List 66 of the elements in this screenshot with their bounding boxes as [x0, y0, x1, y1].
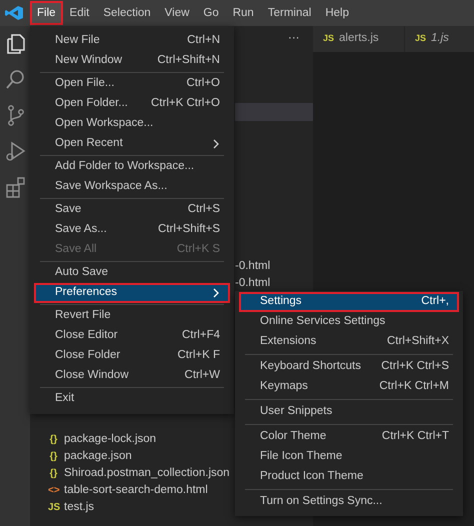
- file-name[interactable]: -0.html: [235, 258, 270, 276]
- menu-item[interactable]: New File Ctrl+N: [34, 31, 230, 51]
- menu-item[interactable]: Preferences: [34, 283, 230, 303]
- menu-item[interactable]: Go: [196, 1, 226, 25]
- menu-item[interactable]: Save Workspace As...: [34, 177, 230, 197]
- editor-tab[interactable]: JS alerts.js: [313, 26, 405, 52]
- tab-label: alerts.js: [339, 31, 379, 46]
- file-name: Shiroad.postman_collection.json: [64, 466, 230, 481]
- menu-item[interactable]: Keyboard Shortcuts Ctrl+K Ctrl+S: [239, 357, 459, 377]
- chevron-right-icon: [212, 288, 220, 298]
- explorer-entry[interactable]: {} Shiroad.postman_collection.json: [48, 465, 230, 482]
- app-logo-icon: [4, 5, 24, 21]
- file-name: table-sort-search-demo.html: [64, 482, 208, 498]
- file-name: package.json: [64, 448, 132, 464]
- menu-item[interactable]: File Icon Theme: [239, 447, 459, 467]
- search-icon[interactable]: [4, 68, 26, 90]
- menu-item[interactable]: View: [158, 1, 196, 25]
- tab-label: 1.js: [431, 31, 449, 46]
- explorer-entry[interactable]: JS test.js: [48, 499, 230, 516]
- js-icon: JS: [415, 32, 426, 46]
- braces-icon: {}: [48, 432, 59, 447]
- explorer-entry[interactable]: {} package-lock.json: [48, 431, 230, 448]
- menu-item[interactable]: Edit: [62, 1, 96, 25]
- code-icon: <>: [48, 483, 59, 498]
- file-name: test.js: [64, 500, 94, 515]
- menu-item[interactable]: Selection: [96, 1, 158, 25]
- braces-icon: {}: [48, 466, 59, 481]
- menu-item[interactable]: Close Window Ctrl+W: [34, 366, 230, 386]
- menu-item[interactable]: Save Ctrl+S: [34, 200, 230, 220]
- menu-item[interactable]: Open File... Ctrl+O: [34, 74, 230, 94]
- menu-item[interactable]: Add Folder to Workspace...: [34, 157, 230, 177]
- menu-item[interactable]: Save As... Ctrl+Shift+S: [34, 220, 230, 240]
- js-icon: JS: [323, 32, 334, 46]
- menu-item[interactable]: Close Editor Ctrl+F4: [34, 326, 230, 346]
- files-icon[interactable]: [4, 32, 26, 54]
- js-icon: JS: [48, 500, 59, 515]
- menu-item[interactable]: Product Icon Theme: [239, 467, 459, 487]
- menu-item[interactable]: Terminal: [260, 1, 318, 25]
- chevron-right-icon: [212, 139, 220, 149]
- menu-item[interactable]: Exit: [34, 389, 230, 409]
- menu-item[interactable]: Open Folder... Ctrl+K Ctrl+O: [34, 94, 230, 114]
- extensions-icon[interactable]: [4, 176, 26, 198]
- menu-item[interactable]: New Window Ctrl+Shift+N: [34, 51, 230, 71]
- menu-item[interactable]: Open Workspace...: [34, 114, 230, 134]
- run-icon[interactable]: [4, 140, 26, 162]
- menu-item[interactable]: Settings Ctrl+,: [239, 292, 459, 312]
- menu-item[interactable]: Revert File: [34, 306, 230, 326]
- menu-item[interactable]: User Snippets: [239, 402, 459, 422]
- file-name[interactable]: -0.html: [235, 275, 270, 292]
- braces-icon: {}: [48, 449, 59, 464]
- menu-item[interactable]: Extensions Ctrl+Shift+X: [239, 332, 459, 352]
- menu-item[interactable]: Open Recent: [34, 134, 230, 154]
- menu-item[interactable]: Online Services Settings: [239, 312, 459, 332]
- menu-item[interactable]: Help: [318, 1, 356, 25]
- menu-item[interactable]: Turn on Settings Sync...: [239, 492, 459, 512]
- menu-item[interactable]: Run: [226, 1, 261, 25]
- explorer-entry[interactable]: <> table-sort-search-demo.html: [48, 482, 230, 499]
- more-actions-icon[interactable]: ···: [288, 30, 300, 48]
- menu-item[interactable]: Close Folder Ctrl+K F: [34, 346, 230, 366]
- menu-item[interactable]: Color Theme Ctrl+K Ctrl+T: [239, 427, 459, 447]
- explorer-entry[interactable]: {} package.json: [48, 448, 230, 465]
- menu-item[interactable]: Auto Save: [34, 263, 230, 283]
- file-name: package-lock.json: [64, 432, 156, 447]
- menu-item[interactable]: Keymaps Ctrl+K Ctrl+M: [239, 377, 459, 397]
- menu-item[interactable]: File: [30, 1, 63, 25]
- editor-tab[interactable]: JS 1.js: [405, 26, 474, 52]
